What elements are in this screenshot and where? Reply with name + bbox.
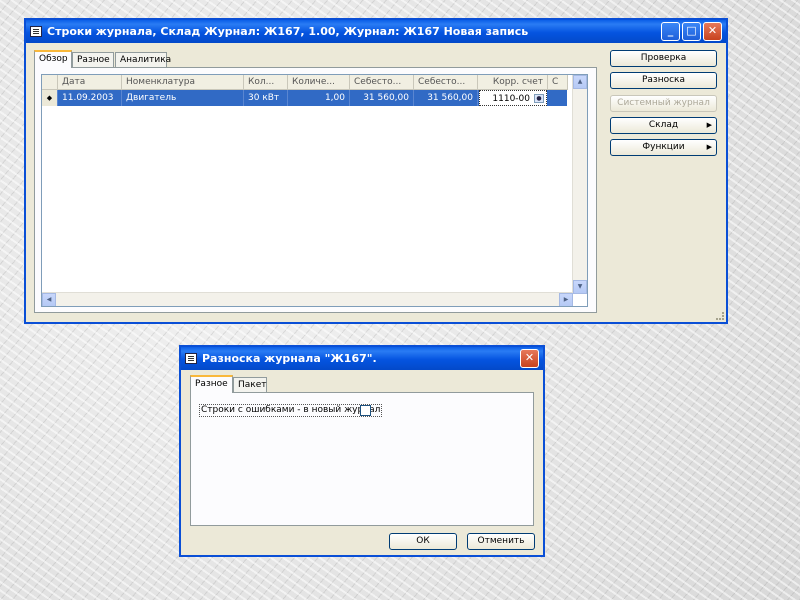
dialog-title: Разноска журнала "Ж167". <box>202 352 377 365</box>
journal-app-icon <box>30 26 42 37</box>
scroll-right-icon[interactable]: ▶ <box>559 293 573 306</box>
close-button[interactable]: ✕ <box>703 22 722 41</box>
grid-header-item[interactable]: Номенклатура <box>122 75 244 90</box>
warehouse-menu-button-label: Склад <box>648 120 679 130</box>
ok-button-label: ОК <box>416 536 430 546</box>
maximize-button[interactable]: □ <box>682 22 701 41</box>
cell-cost-price[interactable]: 31 560,00 <box>350 90 414 106</box>
post-button[interactable]: Разноска <box>610 72 717 89</box>
system-journal-button-label: Системный журнал <box>617 98 710 108</box>
cell-item[interactable]: Двигатель <box>122 90 244 106</box>
errors-to-new-journal-label: Строки с ошибками - в новый журнал <box>199 404 383 417</box>
check-button-label: Проверка <box>640 53 687 63</box>
cancel-button-label: Отменить <box>477 536 525 546</box>
tab-misc-label: Разное <box>77 55 110 65</box>
grid-header-date[interactable]: Дата <box>58 75 122 90</box>
grid-vertical-scrollbar[interactable]: ▲ ▼ <box>572 75 587 294</box>
submenu-arrow-icon: ▶ <box>706 121 712 129</box>
cancel-button[interactable]: Отменить <box>467 533 535 550</box>
check-button[interactable]: Проверка <box>610 50 717 67</box>
ok-button[interactable]: ОК <box>389 533 457 550</box>
table-row[interactable]: ◆ 11.09.2003 Двигатель 30 кВт 1,00 31 56… <box>42 90 567 106</box>
cell-qty-unit[interactable]: 30 кВт <box>244 90 288 106</box>
cell-quantity[interactable]: 1,00 <box>288 90 350 106</box>
lookup-icon[interactable]: ● <box>534 94 544 103</box>
dialog-titlebar[interactable]: Разноска журнала "Ж167". ✕ <box>181 347 543 370</box>
resize-grip-icon[interactable] <box>716 312 724 320</box>
grid-header-quantity[interactable]: Количе... <box>288 75 350 90</box>
minimize-button[interactable]: _ <box>661 22 680 41</box>
posting-dialog: Разноска журнала "Ж167". ✕ Разное Пакет … <box>179 345 545 557</box>
cell-account-editor[interactable]: 1110-00 ● <box>479 90 547 106</box>
cell-account-value: 1110-00 <box>492 94 530 104</box>
grid-header-marker <box>42 75 58 90</box>
main-window: Строки журнала, Склад Журнал: Ж167, 1.00… <box>24 18 728 324</box>
main-window-title: Строки журнала, Склад Журнал: Ж167, 1.00… <box>47 25 529 38</box>
cell-cost-amount[interactable]: 31 560,00 <box>414 90 478 106</box>
grid-horizontal-scrollbar[interactable]: ◀ ▶ <box>42 292 573 306</box>
grid-header-cost-amount[interactable]: Себесто... <box>414 75 478 90</box>
errors-to-new-journal-checkbox[interactable] <box>360 405 371 416</box>
dialog-tab-misc-label: Разное <box>195 379 228 389</box>
journal-lines-grid[interactable]: Дата Номенклатура Кол... Количе... Себес… <box>41 74 588 307</box>
scroll-left-icon[interactable]: ◀ <box>42 293 56 306</box>
dialog-misc-panel: Строки с ошибками - в новый журнал <box>190 392 534 526</box>
post-button-label: Разноска <box>641 75 686 85</box>
grid-header-qty-unit[interactable]: Кол... <box>244 75 288 90</box>
tab-misc[interactable]: Разное <box>72 52 114 68</box>
dialog-tab-batch[interactable]: Пакет <box>233 377 267 393</box>
submenu-arrow-icon: ▶ <box>706 143 712 151</box>
warehouse-menu-button[interactable]: Склад ▶ <box>610 117 717 134</box>
scroll-down-icon[interactable]: ▼ <box>573 280 587 294</box>
dialog-tab-batch-label: Пакет <box>238 380 267 390</box>
cell-date[interactable]: 11.09.2003 <box>58 90 122 106</box>
row-marker-icon: ◆ <box>42 90 58 106</box>
grid-header-extra[interactable]: С <box>548 75 568 90</box>
functions-menu-button[interactable]: Функции ▶ <box>610 139 717 156</box>
scroll-up-icon[interactable]: ▲ <box>573 75 587 89</box>
journal-app-icon <box>185 353 197 364</box>
system-journal-button[interactable]: Системный журнал <box>610 95 717 112</box>
tab-overview[interactable]: Обзор <box>34 50 72 68</box>
grid-header-account[interactable]: Корр. счет <box>478 75 548 90</box>
tab-analytics[interactable]: Аналитика <box>115 52 171 68</box>
functions-menu-button-label: Функции <box>642 142 685 152</box>
dialog-tab-misc[interactable]: Разное <box>190 375 233 393</box>
grid-header-cost-price[interactable]: Себесто... <box>350 75 414 90</box>
dialog-close-button[interactable]: ✕ <box>520 349 539 368</box>
main-titlebar[interactable]: Строки журнала, Склад Журнал: Ж167, 1.00… <box>26 20 726 43</box>
overview-panel: Дата Номенклатура Кол... Количе... Себес… <box>34 67 597 313</box>
tab-analytics-label: Аналитика <box>120 55 172 65</box>
tab-overview-label: Обзор <box>39 54 68 64</box>
